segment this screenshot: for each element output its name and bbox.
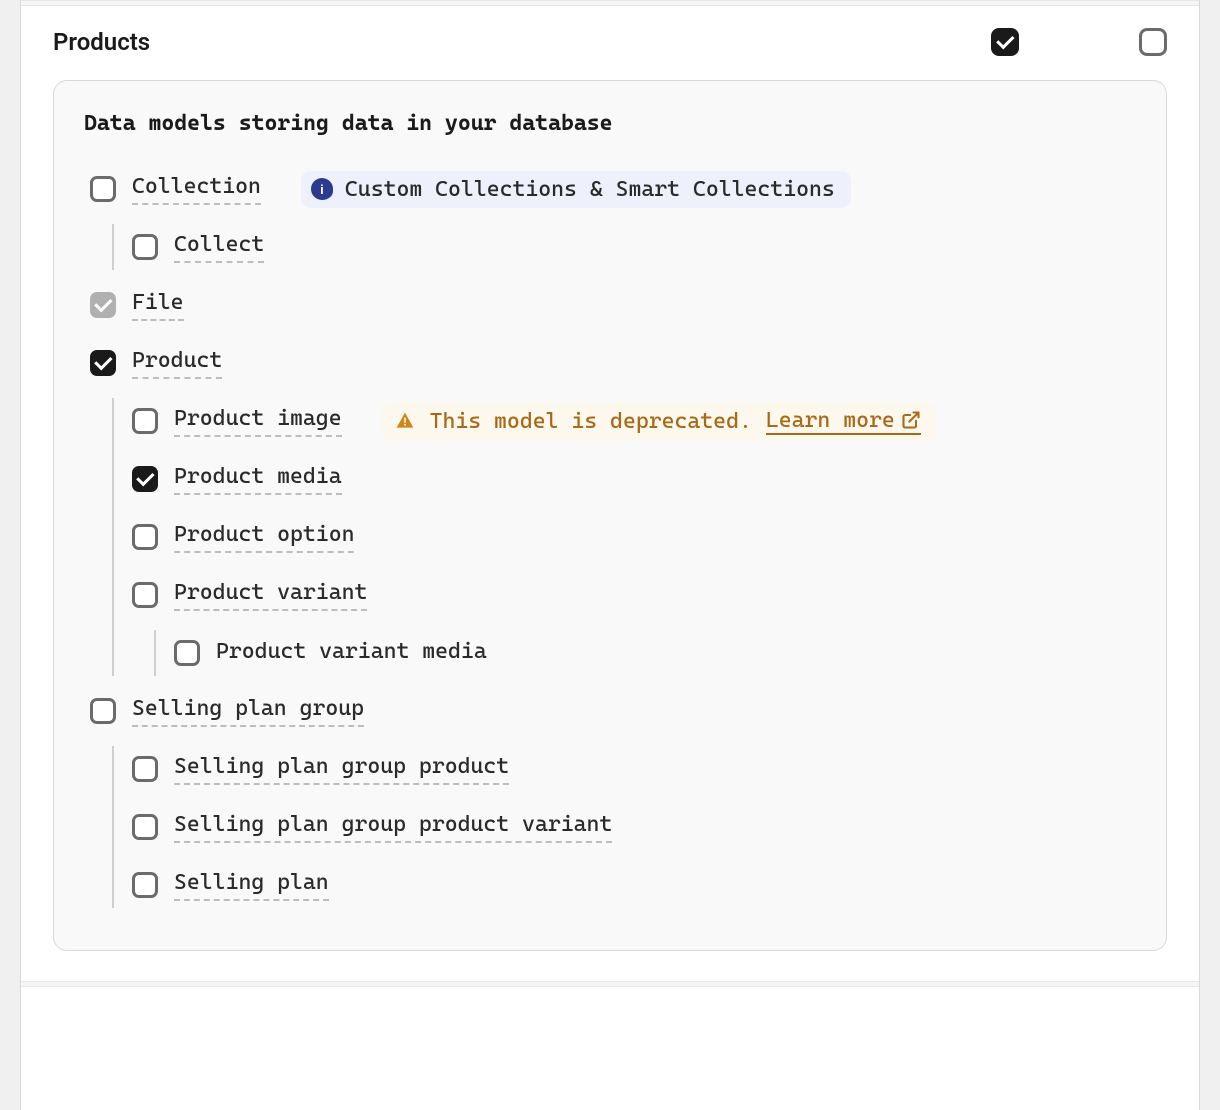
header-checkbox-primary[interactable] (991, 28, 1019, 56)
tree-item-product-media: Product media (132, 456, 1136, 502)
warning-badge-deprecated: This model is deprecated. Learn more (382, 402, 935, 441)
section-header: Products (21, 6, 1199, 80)
label-product-variant[interactable]: Product variant (174, 579, 367, 611)
learn-more-link[interactable]: Learn more (766, 408, 921, 435)
header-checkbox-secondary[interactable] (1139, 28, 1167, 56)
tree-item-product-variant-media: Product variant media (174, 630, 1136, 676)
tree-item-product-image: Product image This model is deprecated. … (132, 398, 1136, 444)
label-product-media[interactable]: Product media (174, 463, 342, 495)
section-title: Products (53, 28, 991, 56)
checkbox-collection[interactable] (90, 176, 116, 202)
label-collection[interactable]: Collection (132, 173, 261, 205)
checkbox-selling-plan-group[interactable] (90, 698, 116, 724)
checkbox-spg-product-variant[interactable] (132, 814, 158, 840)
info-badge-collection: i Custom Collections & Smart Collections (301, 171, 851, 208)
data-models-panel: Data models storing data in your databas… (53, 80, 1167, 951)
label-product-image[interactable]: Product image (174, 405, 342, 437)
checkbox-collect[interactable] (132, 234, 158, 260)
collection-children: Collect (112, 224, 1136, 270)
label-product[interactable]: Product (132, 347, 222, 379)
tree-item-product-option: Product option (132, 514, 1136, 560)
checkbox-product-option[interactable] (132, 524, 158, 550)
header-checkbox-group (991, 28, 1167, 56)
label-selling-plan[interactable]: Selling plan (174, 869, 329, 901)
label-collect[interactable]: Collect (174, 231, 264, 263)
tree-item-product-variant: Product variant (132, 572, 1136, 618)
label-spg-product-variant[interactable]: Selling plan group product variant (174, 811, 612, 843)
tree-item-selling-plan-group: Selling plan group (90, 688, 1136, 734)
label-selling-plan-group[interactable]: Selling plan group (132, 695, 364, 727)
checkbox-product-variant-media[interactable] (174, 640, 200, 666)
info-text: Custom Collections & Smart Collections (345, 177, 835, 202)
info-icon: i (311, 178, 333, 200)
model-tree: Collection i Custom Collections & Smart … (84, 166, 1136, 908)
checkbox-product-variant[interactable] (132, 582, 158, 608)
tree-item-selling-plan-group-product-variant: Selling plan group product variant (132, 804, 1136, 850)
checkbox-product[interactable] (90, 350, 116, 376)
panel-heading: Data models storing data in your databas… (84, 111, 1136, 136)
section-container: Products Data models storing data in you… (20, 0, 1200, 1110)
tree-item-selling-plan-group-product: Selling plan group product (132, 746, 1136, 792)
checkbox-file[interactable] (90, 292, 116, 318)
product-variant-children: Product variant media (154, 630, 1136, 676)
checkbox-product-media[interactable] (132, 466, 158, 492)
tree-item-file: File (90, 282, 1136, 328)
label-product-variant-media[interactable]: Product variant media (216, 638, 487, 668)
checkbox-product-image[interactable] (132, 408, 158, 434)
learn-more-text: Learn more (766, 408, 895, 433)
warning-icon (394, 411, 416, 431)
label-file[interactable]: File (132, 289, 184, 321)
tree-item-selling-plan: Selling plan (132, 862, 1136, 908)
product-children: Product image This model is deprecated. … (112, 398, 1136, 676)
selling-plan-group-children: Selling plan group product Selling plan … (112, 746, 1136, 908)
tree-item-collection: Collection i Custom Collections & Smart … (90, 166, 1136, 212)
external-link-icon (901, 410, 921, 430)
bottom-separator (21, 981, 1199, 987)
checkbox-selling-plan-group-product[interactable] (132, 756, 158, 782)
tree-item-product: Product (90, 340, 1136, 386)
tree-item-collect: Collect (132, 224, 1136, 270)
checkbox-selling-plan[interactable] (132, 872, 158, 898)
label-spg-product[interactable]: Selling plan group product (174, 753, 509, 785)
warning-text: This model is deprecated. (430, 409, 752, 434)
label-product-option[interactable]: Product option (174, 521, 354, 553)
